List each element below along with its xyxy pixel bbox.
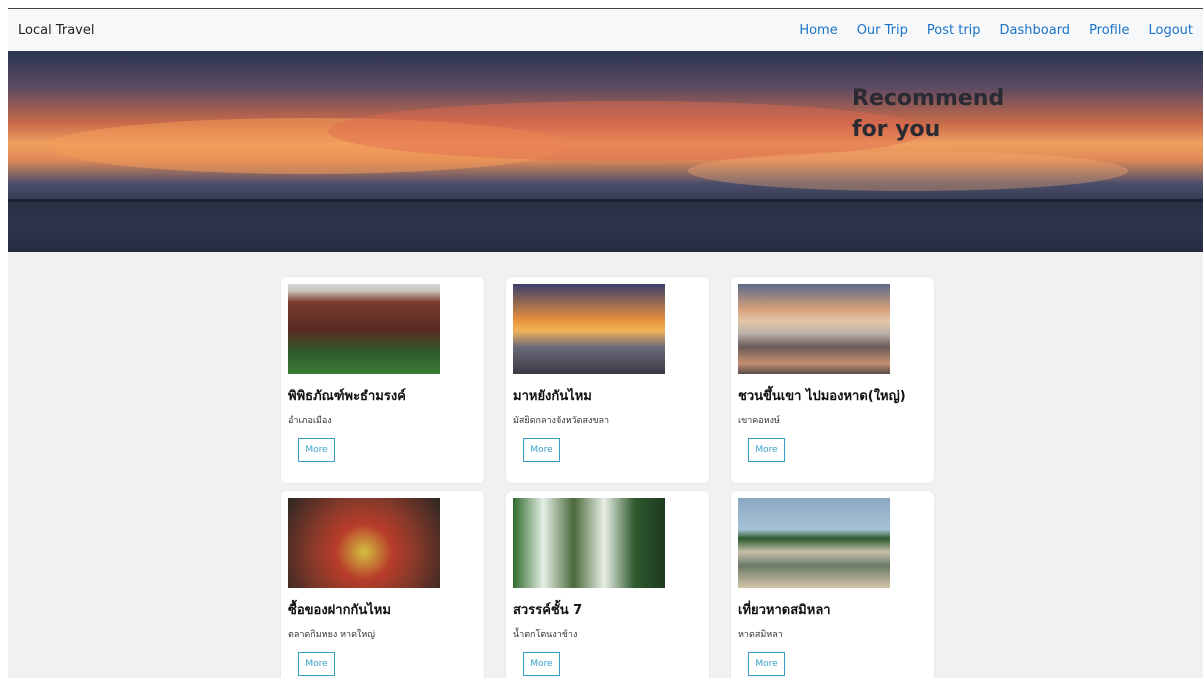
trip-card-location: อำเภอเมือง (288, 416, 332, 426)
trip-card-location: น้ำตกโตนงาช้าง (513, 630, 578, 640)
page-frame: Local Travel Home Our Trip Post trip Das… (8, 8, 1203, 678)
hero-banner: Recommend for you (8, 51, 1203, 252)
trip-card-title: มาหยังกันไหม (513, 389, 592, 404)
more-button[interactable]: More (523, 438, 560, 462)
trip-card-title: ซื้อของฝากกันไหม (288, 603, 391, 618)
hero-title: Recommend for you (852, 86, 1005, 142)
trip-card: ชวนขึ้นเขา ไปมองหาด(ใหญ่) เขาคอหงษ์ More (731, 277, 934, 483)
trip-card: มาหยังกันไหม มัสยิดกลางจังหวัดสงขลา More (506, 277, 709, 483)
trip-card-grid: พิพิธภัณฑ์พะธำมรงค์ อำเภอเมือง More มาหย… (281, 277, 936, 678)
trip-card: เที่ยวหาดสมิหลา หาดสมิหลา More (731, 491, 934, 678)
trip-card: พิพิธภัณฑ์พะธำมรงค์ อำเภอเมือง More (281, 277, 484, 483)
more-button[interactable]: More (748, 652, 785, 676)
nav-profile[interactable]: Profile (1089, 23, 1129, 38)
brand-logo[interactable]: Local Travel (18, 23, 94, 38)
trip-card-title: ชวนขึ้นเขา ไปมองหาด(ใหญ่) (738, 389, 906, 404)
nav-links: Home Our Trip Post trip Dashboard Profil… (780, 23, 1193, 38)
trip-card-image (513, 498, 665, 588)
more-button[interactable]: More (298, 438, 335, 462)
hero-sunset-image (8, 101, 1203, 252)
trip-card-location: มัสยิดกลางจังหวัดสงขลา (513, 416, 610, 426)
trip-card: ซื้อของฝากกันไหม ตลาดกิมหยง หาดใหญ่ More (281, 491, 484, 678)
more-button[interactable]: More (523, 652, 560, 676)
more-button[interactable]: More (748, 438, 785, 462)
trip-card-location: หาดสมิหลา (738, 630, 783, 640)
trip-card-image (288, 498, 440, 588)
trip-card-title: สวรรค์ชั้น 7 (513, 603, 583, 618)
nav-dashboard[interactable]: Dashboard (1000, 23, 1071, 38)
trip-card-image (738, 498, 890, 588)
nav-our-trip[interactable]: Our Trip (857, 23, 908, 38)
navbar: Local Travel Home Our Trip Post trip Das… (8, 9, 1203, 51)
trip-card-title: เที่ยวหาดสมิหลา (738, 603, 831, 618)
trip-card-image (738, 284, 890, 374)
more-button[interactable]: More (298, 652, 335, 676)
trip-card-location: ตลาดกิมหยง หาดใหญ่ (288, 630, 375, 640)
trip-card-image (288, 284, 440, 374)
nav-post-trip[interactable]: Post trip (927, 23, 981, 38)
trip-card-title: พิพิธภัณฑ์พะธำมรงค์ (288, 389, 406, 404)
trip-card: สวรรค์ชั้น 7 น้ำตกโตนงาช้าง More (506, 491, 709, 678)
trip-card-image (513, 284, 665, 374)
nav-logout[interactable]: Logout (1148, 23, 1193, 38)
trip-card-location: เขาคอหงษ์ (738, 416, 780, 426)
nav-home[interactable]: Home (799, 23, 837, 38)
